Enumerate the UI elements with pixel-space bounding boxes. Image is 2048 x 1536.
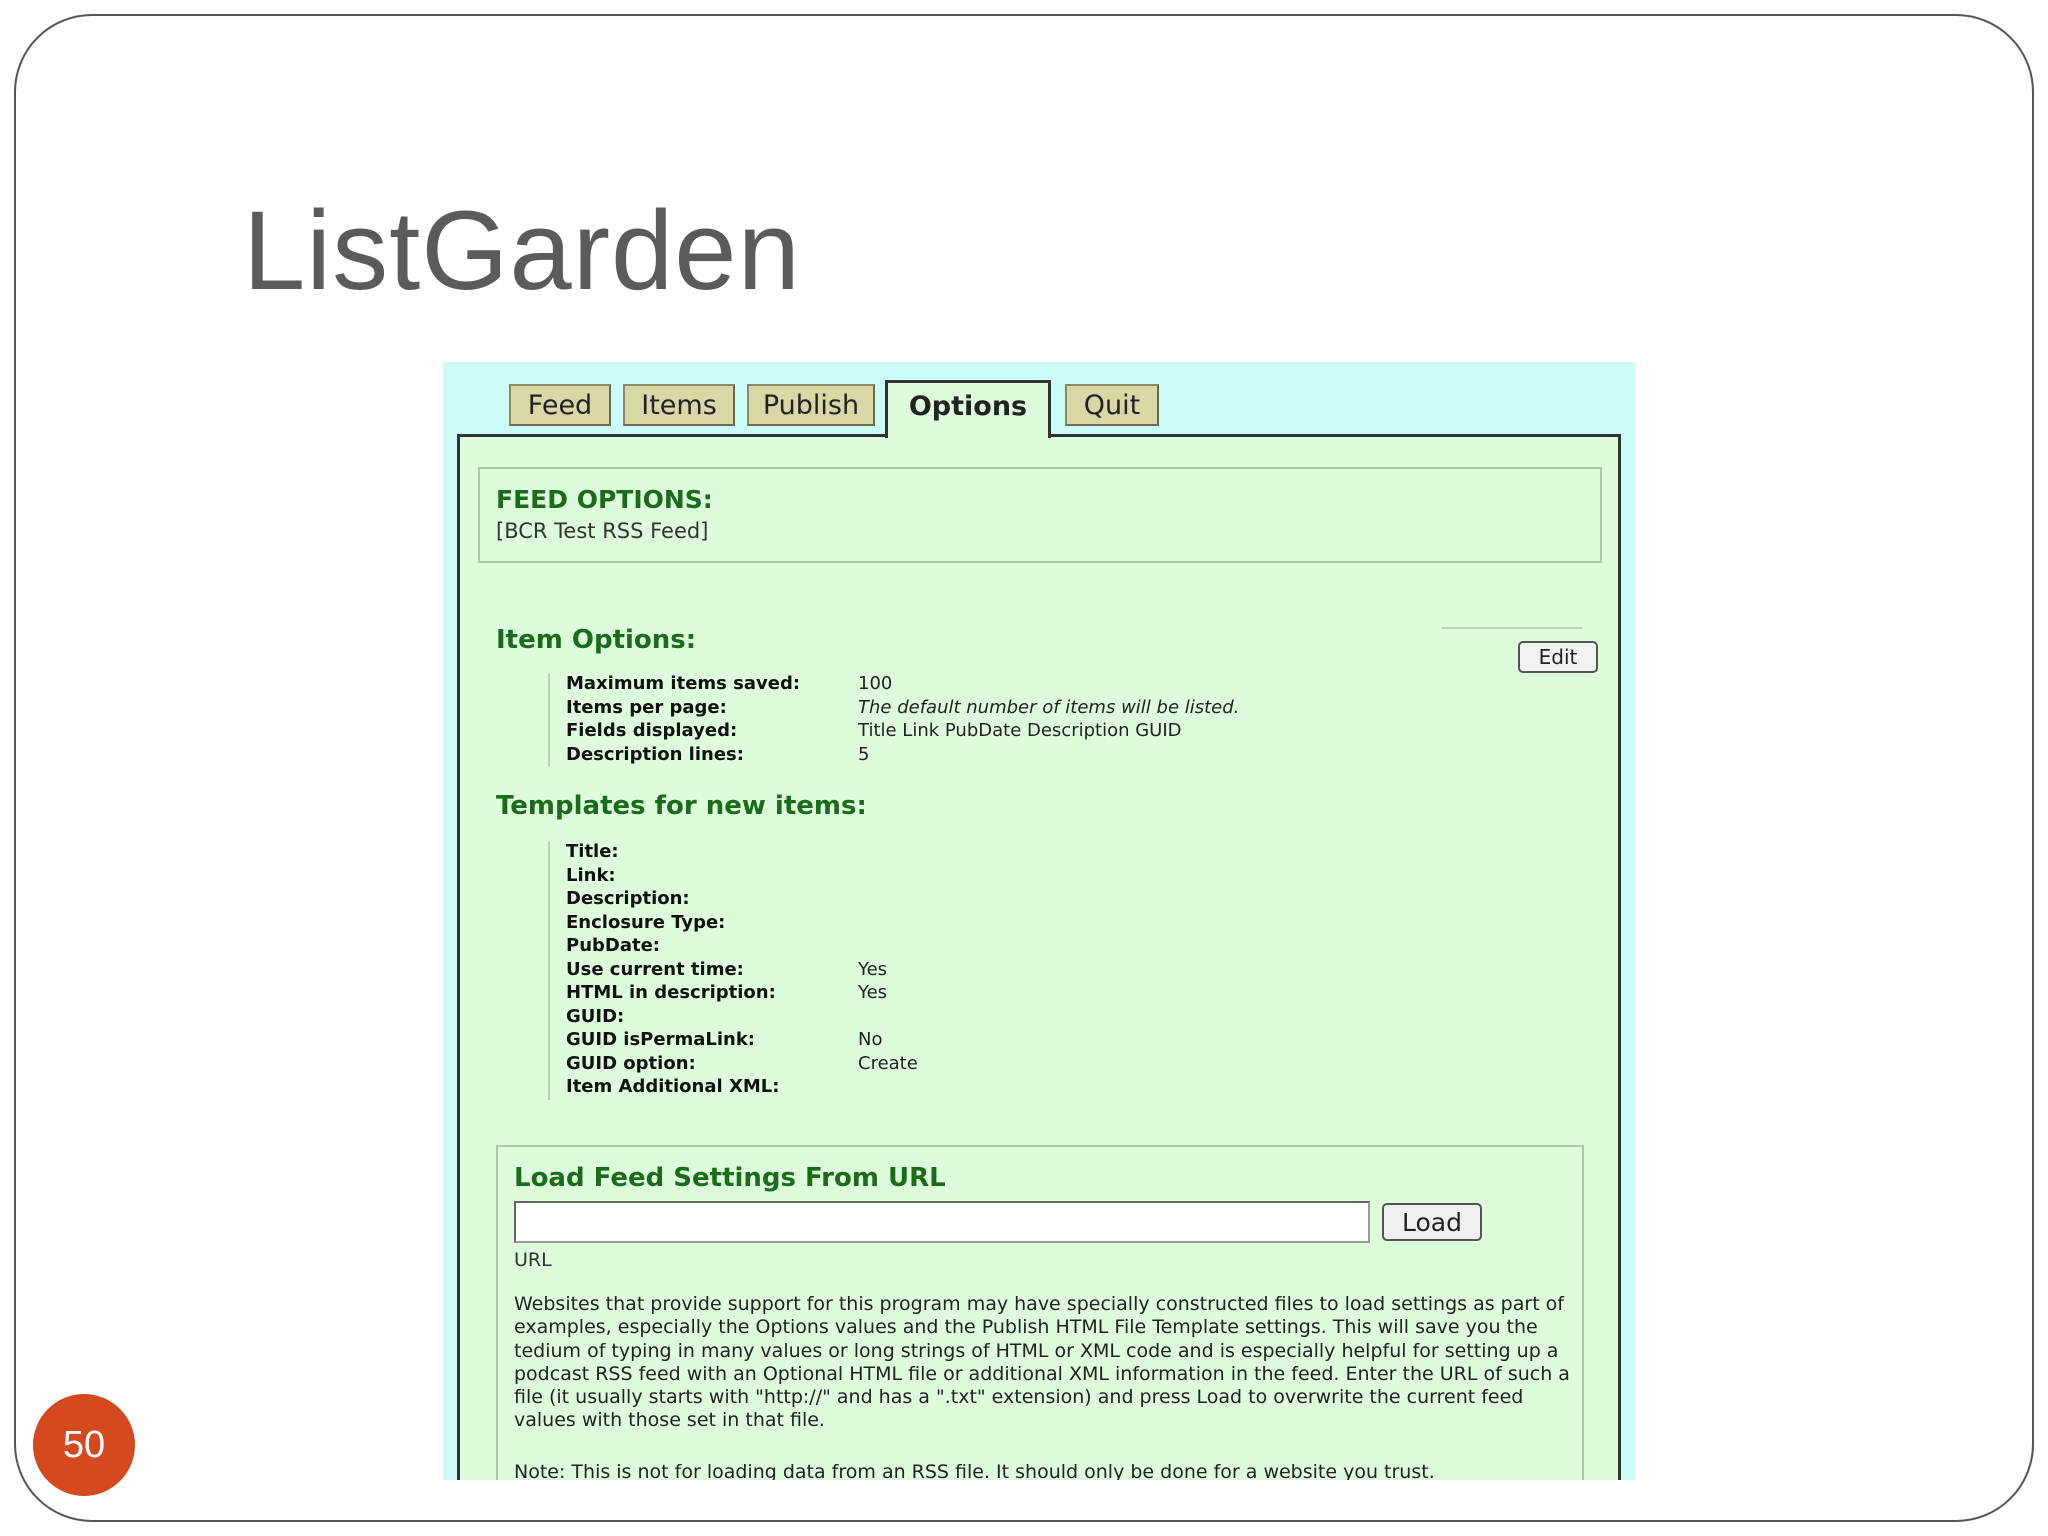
- edit-button[interactable]: Edit: [1518, 641, 1598, 673]
- option-value: Title Link PubDate Description GUID: [858, 720, 1182, 741]
- tab-quit[interactable]: Quit: [1065, 384, 1159, 426]
- item-options-list: Maximum items saved: 100 Items per page:…: [548, 673, 1239, 767]
- tab-publish[interactable]: Publish: [747, 384, 875, 426]
- url-input[interactable]: [514, 1201, 1370, 1243]
- feed-options-box: FEED OPTIONS: [BCR Test RSS Feed]: [478, 467, 1602, 563]
- url-label: URL: [514, 1249, 552, 1271]
- tab-bar: Feed Items Publish Options Quit: [443, 362, 1635, 438]
- option-label: Maximum items saved:: [566, 673, 801, 694]
- option-label: Description lines:: [566, 743, 744, 765]
- template-label: Title:: [566, 841, 619, 862]
- option-label: Items per page:: [566, 696, 727, 718]
- tab-options[interactable]: Options: [885, 380, 1051, 438]
- template-label: Use current time:: [566, 958, 744, 980]
- load-settings-heading: Load Feed Settings From URL: [514, 1163, 946, 1193]
- template-value: Yes: [858, 958, 888, 980]
- template-value: Yes: [858, 982, 888, 1003]
- template-label: GUID option:: [566, 1052, 696, 1074]
- template-label: GUID isPermaLink:: [566, 1029, 755, 1050]
- divider: [1442, 627, 1582, 629]
- template-value: Create: [858, 1052, 918, 1074]
- template-label: PubDate:: [566, 935, 660, 956]
- load-settings-box: Load Feed Settings From URL Load URL Web…: [496, 1145, 1584, 1480]
- tab-items[interactable]: Items: [623, 384, 735, 426]
- options-panel: FEED OPTIONS: [BCR Test RSS Feed] Item O…: [457, 434, 1621, 1480]
- load-note-text: Note: This is not for loading data from …: [514, 1461, 1435, 1480]
- option-value: The default number of items will be list…: [858, 696, 1240, 718]
- item-options-heading: Item Options:: [496, 625, 697, 655]
- slide-title: ListGarden: [243, 188, 801, 313]
- template-label: HTML in description:: [566, 982, 776, 1003]
- template-label: Item Additional XML:: [566, 1076, 780, 1097]
- page-number-badge: 50: [33, 1394, 135, 1496]
- template-label: Description:: [566, 888, 690, 909]
- load-help-text: Websites that provide support for this p…: [514, 1293, 1570, 1432]
- app-screenshot: Feed Items Publish Options Quit FEED OPT…: [443, 362, 1635, 1480]
- template-value: No: [858, 1029, 883, 1050]
- templates-list: Title: Link: Description: Enclosure Type…: [548, 841, 918, 1100]
- option-label: Fields displayed:: [566, 720, 738, 741]
- feed-options-heading: FEED OPTIONS:: [496, 485, 713, 514]
- template-label: GUID:: [566, 1005, 625, 1027]
- template-label: Link:: [566, 864, 616, 886]
- templates-heading: Templates for new items:: [496, 791, 867, 821]
- option-value: 100: [858, 673, 893, 694]
- load-button[interactable]: Load: [1382, 1203, 1482, 1241]
- slide-frame: ListGarden Feed Items Publish Options Qu…: [14, 14, 2034, 1522]
- tab-feed[interactable]: Feed: [509, 384, 611, 426]
- option-value: 5: [858, 743, 870, 765]
- template-label: Enclosure Type:: [566, 911, 726, 933]
- feed-name: [BCR Test RSS Feed]: [496, 519, 709, 543]
